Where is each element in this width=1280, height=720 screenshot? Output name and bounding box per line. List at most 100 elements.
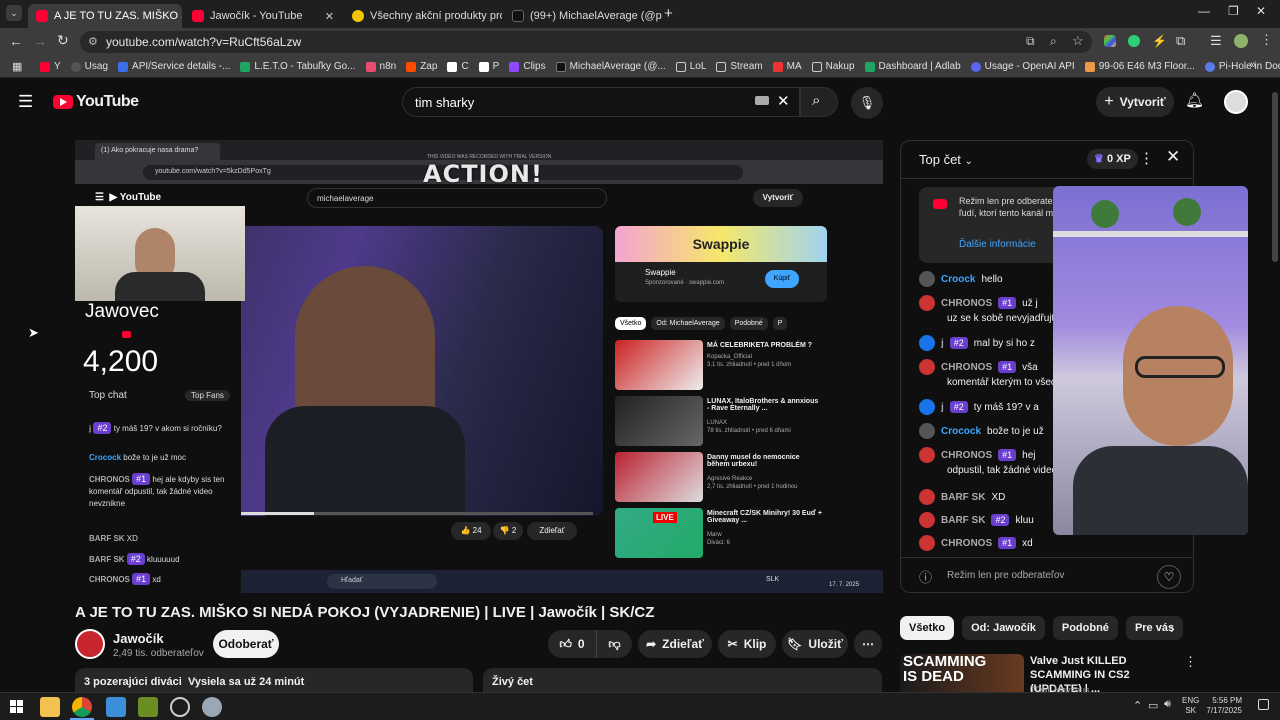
volume-icon[interactable]: 🔊︎ (1164, 698, 1171, 711)
tab-2[interactable]: Jawočík - YouTube ✕ (184, 4, 342, 28)
notice-more-link[interactable]: Ďalšie informácie (959, 239, 1036, 250)
chip-related[interactable]: Podobné (1052, 616, 1118, 640)
zoom-icon[interactable]: ⌕ (1050, 34, 1057, 49)
windows-start-icon[interactable] (10, 700, 23, 713)
bookmark[interactable]: Dashboard | Adlab (864, 61, 961, 72)
extension-icon[interactable]: ⚡ (1152, 34, 1167, 48)
extension-icon[interactable] (1128, 35, 1140, 47)
bookmark[interactable]: Pi-Hole in Docker o... (1204, 61, 1280, 72)
language-indicator[interactable]: ENG SK (1182, 696, 1199, 716)
description-box[interactable]: 3 pozerajúci diváci Vysiela sa už 24 min… (75, 668, 473, 692)
page-scrollbar[interactable] (1270, 78, 1280, 692)
voice-search-button[interactable]: 🎙 (851, 87, 883, 119)
network-icon[interactable]: ▭ (1148, 699, 1158, 712)
keyboard-icon[interactable] (755, 96, 769, 105)
bookmark-label: Y (54, 61, 61, 72)
clip-button[interactable]: ✂ Klip (718, 630, 776, 658)
chat-more-icon[interactable]: ⋮ (1139, 149, 1154, 167)
app-icon[interactable] (138, 697, 158, 717)
thumbnail-text: SCAMMING IS DEAD (903, 654, 987, 685)
bookmark[interactable]: P (478, 61, 499, 72)
bookmark-folder[interactable]: Nakup (811, 61, 855, 72)
bookmark-star-icon[interactable]: ☆ (1072, 33, 1084, 49)
bookmark[interactable]: L.E.T.O - Tabuľky Go... (240, 61, 356, 72)
like-button[interactable]: 👍︎ 0 (548, 630, 596, 658)
search-button[interactable]: ⌕ (800, 87, 838, 117)
save-button[interactable]: 🔖︎ Uložiť (782, 630, 848, 658)
reading-list-icon[interactable]: ☰ (1210, 33, 1222, 49)
reload-icon[interactable]: ↻ (57, 32, 69, 49)
bookmark-folder[interactable]: Stream (716, 61, 763, 72)
account-avatar[interactable] (1224, 90, 1248, 114)
chip-all[interactable]: Všetko (900, 616, 955, 640)
bookmark[interactable]: Usag (70, 61, 108, 72)
share-button[interactable]: ➦ Zdieľať (638, 630, 712, 658)
bookmark[interactable]: Y (40, 61, 61, 72)
file-explorer-icon[interactable] (40, 697, 60, 717)
browser-tab-strip: ⌄ A JE TO TU ZAS. MIŠKO SI N ✕ Jawočík -… (0, 0, 1280, 28)
dislike-button[interactable]: 👎︎ (596, 630, 632, 658)
apps-grid-icon[interactable]: ▦ (12, 60, 22, 73)
bookmark[interactable]: n8n (365, 61, 396, 72)
inner-like-button: 👍 24 (451, 522, 491, 540)
minimize-window-icon[interactable]: — (1198, 4, 1210, 18)
bookmark[interactable]: API/Service details -... (118, 61, 230, 72)
channel-name[interactable]: Jawočík (113, 631, 164, 646)
app-icon[interactable] (106, 697, 126, 717)
tab-3[interactable]: Všechny akční produkty pro ko ✕ (344, 4, 502, 28)
bookmark-folder[interactable]: LoL (675, 61, 707, 72)
new-tab-button[interactable]: + (664, 5, 673, 22)
clear-search-icon[interactable]: ✕ (777, 92, 790, 110)
tray-chevron-icon[interactable]: ⌃ (1133, 699, 1142, 712)
bookmark[interactable]: Clips (509, 61, 546, 72)
extensions-puzzle-icon[interactable]: ⧉ (1176, 33, 1185, 49)
restore-window-icon[interactable]: ❐ (1228, 4, 1239, 18)
back-icon[interactable]: ← (9, 33, 23, 49)
close-tab-icon[interactable]: ✕ (325, 10, 334, 23)
bookmark[interactable]: MA (772, 61, 802, 72)
rec-more-icon[interactable]: ⋮ (1184, 654, 1197, 670)
tab-search-button[interactable]: ⌄ (6, 5, 22, 21)
browser-menu-icon[interactable]: ⋮ (1260, 32, 1273, 48)
bookmark[interactable]: C (447, 61, 469, 72)
bookmark[interactable]: 99-06 E46 M3 Floor... (1084, 61, 1195, 72)
chat-mode-dropdown[interactable]: Top čet ⌄ (919, 152, 973, 167)
app-icon[interactable] (202, 697, 222, 717)
heart-icon[interactable]: ♡ (1157, 565, 1181, 589)
close-chat-icon[interactable]: ✕ (1166, 147, 1180, 167)
close-window-icon[interactable]: ✕ (1256, 4, 1266, 18)
bookmark[interactable]: Usage - OpenAI API (970, 61, 1075, 72)
bookmark[interactable]: MichaelAverage (@... (555, 61, 666, 72)
hamburger-menu-icon[interactable]: ☰ (18, 92, 33, 112)
chrome-icon[interactable] (72, 697, 92, 717)
video-player[interactable]: (1) Ako pokracuje nasa drama? THIS VIDEO… (75, 140, 883, 593)
notifications-bell-icon[interactable]: 🔔︎ (1185, 91, 1204, 109)
install-icon[interactable]: ⧉ (1026, 34, 1035, 49)
crown-icon: ♛ (1094, 153, 1104, 165)
clock[interactable]: 5:56 PM 7/17/2025 (1204, 696, 1242, 716)
chip-from-channel[interactable]: Od: Jawočík (962, 616, 1045, 640)
more-actions-button[interactable]: ⋯ (854, 630, 882, 658)
create-button[interactable]: + Vytvoriť (1096, 87, 1174, 117)
tab-1[interactable]: A JE TO TU ZAS. MIŠKO SI N ✕ (28, 4, 182, 28)
chips-next-icon[interactable]: › (1170, 620, 1175, 636)
live-chat-box[interactable]: Živý čet (483, 668, 882, 692)
address-field[interactable]: ⚙ youtube.com/watch?v=RuCft56aLzw ⧉ ⌕ ☆ (80, 31, 1092, 53)
bookmark[interactable]: Zap (406, 61, 437, 72)
extension-icon[interactable] (1104, 35, 1116, 47)
site-info-icon[interactable]: ⚙ (88, 35, 98, 48)
more-bookmarks-icon[interactable]: » (1250, 59, 1256, 71)
subscribe-button[interactable]: Odoberať (213, 630, 279, 658)
search-input[interactable]: tim sharky ✕ (402, 87, 800, 117)
app-icon[interactable] (170, 697, 190, 717)
channel-avatar[interactable] (75, 629, 105, 659)
tab-4[interactable]: (99+) MichaelAverage (@proste ✕ (504, 4, 662, 28)
tiktok-favicon-icon (512, 10, 524, 22)
rec-thumbnail[interactable]: SCAMMING IS DEAD (900, 654, 1024, 692)
youtube-logo[interactable]: YouTube (53, 93, 139, 111)
forward-icon[interactable]: → (33, 33, 47, 49)
notification-center-icon[interactable] (1258, 699, 1269, 710)
xp-badge[interactable]: ♛ 0 XP (1087, 149, 1138, 169)
bookmark-label: LoL (689, 61, 707, 72)
profile-avatar[interactable] (1234, 34, 1248, 48)
